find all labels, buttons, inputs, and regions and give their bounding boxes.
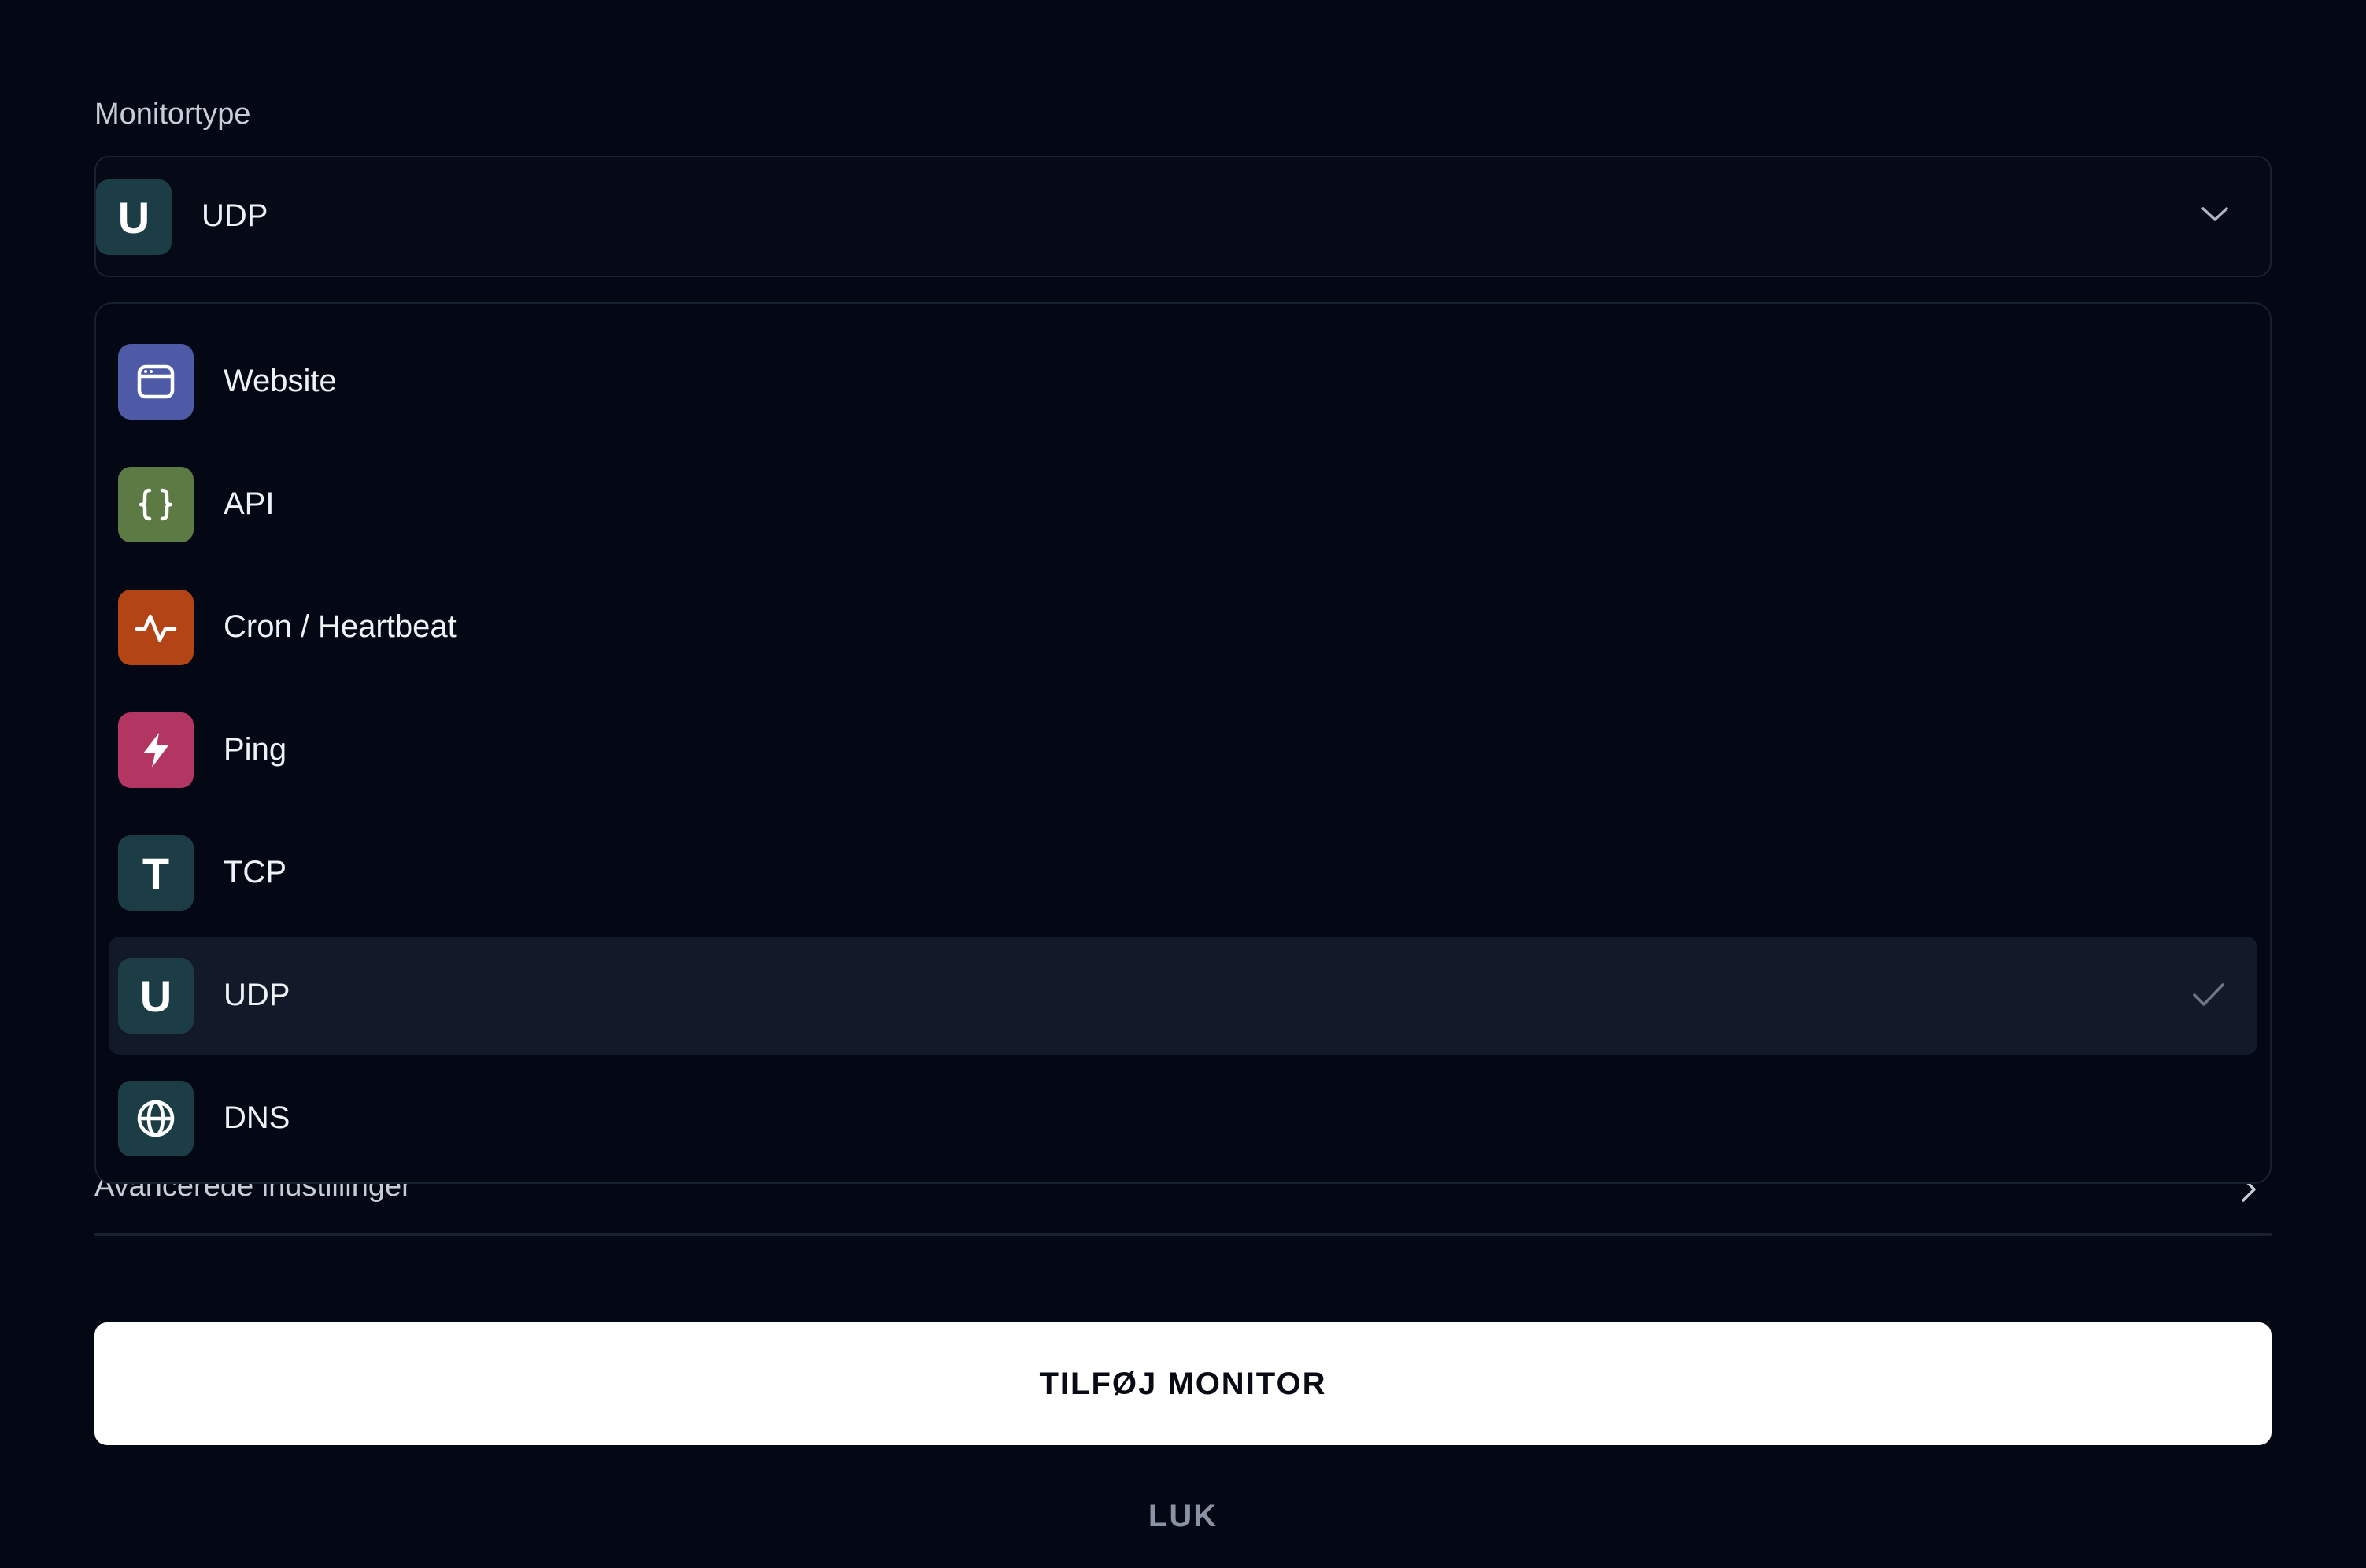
option-api[interactable]: API [109,446,2257,564]
divider [94,1233,2272,1236]
option-ping[interactable]: Ping [109,691,2257,809]
selected-value: UDP [201,198,268,233]
option-label: API [224,486,275,521]
option-label: TCP [224,855,287,889]
option-label: Cron / Heartbeat [224,609,457,644]
lightning-bolt-icon [118,712,194,788]
chevron-down-icon [2201,205,2229,227]
tcp-badge-letter: T [142,848,170,898]
selected-badge-letter: U [117,192,150,242]
option-dns[interactable]: DNS [109,1060,2257,1178]
letter-u-icon: U [96,179,172,255]
monitor-type-label: Monitortype [94,98,251,131]
option-label: Website [224,364,337,398]
add-monitor-button[interactable]: TILFØJ MONITOR [94,1322,2272,1445]
globe-icon [118,1081,194,1156]
monitor-type-select[interactable]: U UDP [94,156,2272,277]
option-udp[interactable]: U UDP [109,937,2257,1055]
udp-badge-letter: U [139,971,172,1021]
curly-braces-icon [118,467,194,542]
close-button[interactable]: LUK [1065,1492,1301,1540]
option-label: UDP [224,978,290,1012]
letter-t-icon: T [118,835,194,911]
monitor-type-dropdown: Website API Cron / Heartbeat Ping T TCP … [94,302,2272,1184]
option-tcp[interactable]: T TCP [109,814,2257,932]
option-label: Ping [224,732,287,767]
option-website[interactable]: Website [109,323,2257,441]
activity-pulse-icon [118,590,194,665]
letter-u-icon: U [118,958,194,1034]
option-cron-heartbeat[interactable]: Cron / Heartbeat [109,568,2257,686]
option-label: DNS [224,1100,290,1135]
browser-window-icon [118,344,194,420]
checkmark-icon [2191,981,2226,1013]
